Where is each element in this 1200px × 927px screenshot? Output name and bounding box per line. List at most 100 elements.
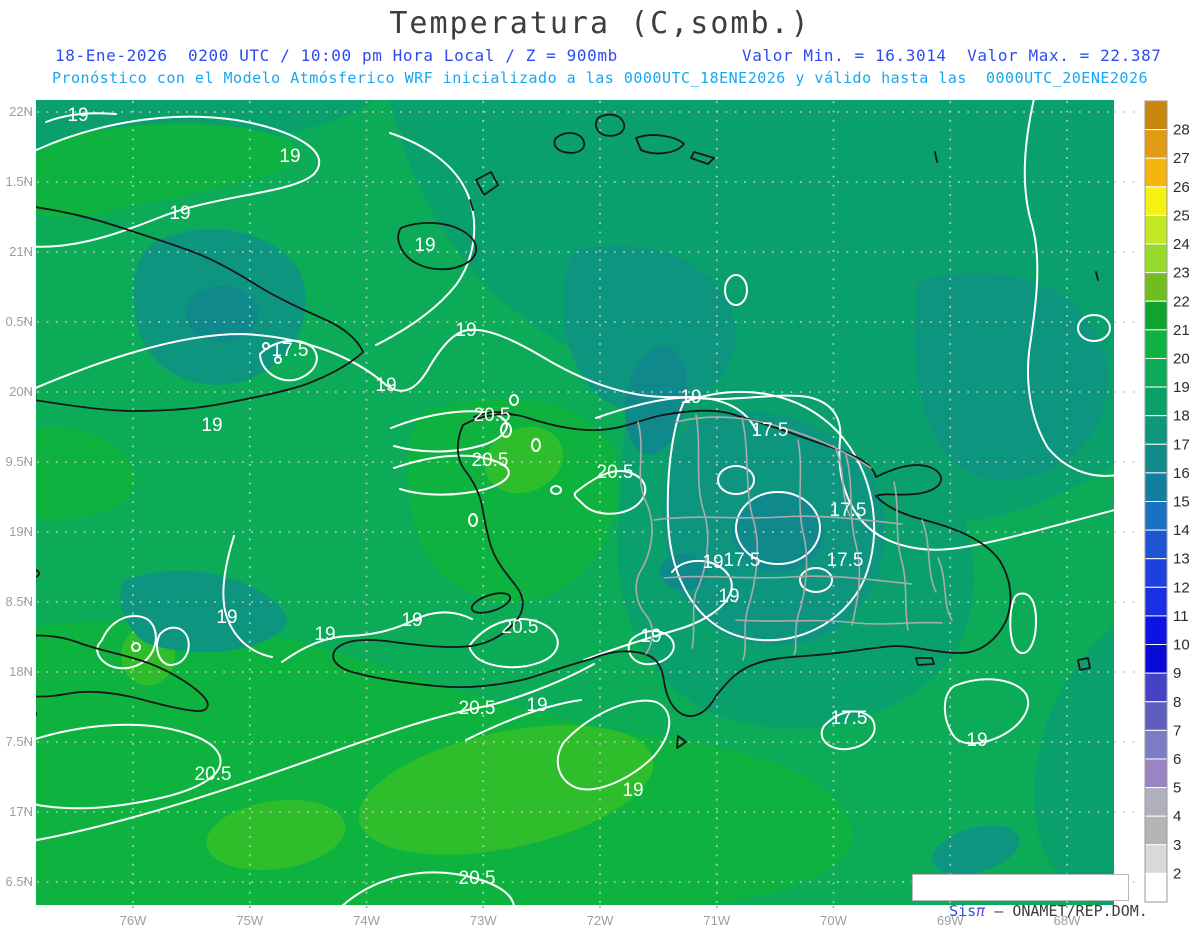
contour-value-label: 17.5 bbox=[831, 708, 868, 729]
colorbar-block bbox=[1144, 701, 1168, 731]
lat-label: 0.5N bbox=[6, 314, 33, 329]
colorbar-tick-label: 9 bbox=[1173, 665, 1181, 682]
contour-value-label: 19 bbox=[375, 375, 396, 396]
colorbar-block bbox=[1144, 243, 1168, 274]
lon-label: 70W bbox=[820, 913, 847, 927]
colorbar-block bbox=[1144, 157, 1168, 188]
colorbar-tick-label: 15 bbox=[1173, 494, 1190, 511]
colorbar-tick-label: 21 bbox=[1173, 322, 1190, 339]
contour-value-label: 19 bbox=[455, 320, 476, 341]
watermark-sis-label: Sis bbox=[949, 902, 977, 920]
colorbar-block bbox=[1144, 615, 1168, 646]
contour-value-label: 19 bbox=[526, 695, 547, 716]
colorbar-tick-label: 25 bbox=[1173, 207, 1190, 224]
colorbar-tick-label: 13 bbox=[1173, 551, 1190, 568]
colorbar-tick-label: 24 bbox=[1173, 236, 1190, 253]
contour-value-label: 19 bbox=[169, 203, 190, 224]
colorbar-block bbox=[1144, 501, 1168, 531]
colorbar-tick-label: 7 bbox=[1173, 722, 1181, 739]
lon-label: 71W bbox=[703, 913, 730, 927]
watermark-dash: – bbox=[985, 902, 1013, 920]
colorbar-block bbox=[1144, 186, 1168, 216]
contour-value-label: 19 bbox=[966, 730, 987, 751]
colorbar-tick-label: 10 bbox=[1173, 637, 1190, 654]
watermark-org-label: ONAMET/REP.DOM. bbox=[1012, 902, 1148, 920]
colorbar-tick-label: 28 bbox=[1173, 122, 1190, 139]
contour-value-label: 20.5 bbox=[474, 405, 511, 426]
colorbar-tick-label: 4 bbox=[1173, 808, 1181, 825]
contour-value-label: 17.5 bbox=[827, 550, 864, 571]
coast-edge-hook1 bbox=[36, 205, 37, 208]
colorbar-tick-label: 26 bbox=[1173, 179, 1190, 196]
contour-value-label: 19 bbox=[718, 586, 739, 607]
colorbar-tick-label: 8 bbox=[1173, 694, 1181, 711]
lat-label: 22N bbox=[9, 104, 33, 119]
lon-label: 72W bbox=[587, 913, 614, 927]
contour-value-label: 17.5 bbox=[724, 550, 761, 571]
contour-value-label: 20.5 bbox=[459, 698, 496, 719]
colorbar-tick-label: 20 bbox=[1173, 350, 1190, 367]
colorbar-block bbox=[1144, 558, 1168, 588]
lat-label: 8.5N bbox=[6, 594, 33, 609]
colorbar-block bbox=[1144, 872, 1168, 903]
lat-label: 20N bbox=[9, 384, 33, 399]
colorbar-tick-label: 23 bbox=[1173, 265, 1190, 282]
watermark-pi-icon: π bbox=[976, 902, 986, 920]
contour-value-label: 17.5 bbox=[752, 420, 789, 441]
colorbar-tick-label: 19 bbox=[1173, 379, 1190, 396]
colorbar-block bbox=[1144, 272, 1168, 302]
contour-value-label: 19 bbox=[401, 610, 422, 631]
colorbar-block bbox=[1144, 214, 1168, 245]
colorbar-block bbox=[1144, 386, 1168, 417]
lat-label: 6.5N bbox=[6, 874, 33, 889]
watermark-badge: Sisπ – ONAMET/REP.DOM. bbox=[912, 874, 1148, 920]
map-area: 19 19 19 19 19 19 19 19 19 19 19 19 19 19 19 19 19 20.5 20… bbox=[36, 100, 1114, 905]
colorbar-tick-label: 18 bbox=[1173, 408, 1190, 425]
lon-label: 74W bbox=[353, 913, 380, 927]
lon-label: 75W bbox=[236, 913, 263, 927]
contour-value-label: 19 bbox=[702, 552, 723, 573]
colorbar-block bbox=[1144, 815, 1168, 846]
colorbar-block bbox=[1144, 529, 1168, 560]
forecast-map-svg: 191919191919191919191919191919191920.520… bbox=[6, 100, 1190, 927]
colorbar-block bbox=[1144, 472, 1168, 502]
colorbar-block bbox=[1144, 357, 1168, 388]
lat-label: 7.5N bbox=[6, 734, 33, 749]
colorbar-block bbox=[1144, 329, 1168, 359]
contour-value-label: 20.5 bbox=[502, 617, 539, 638]
contour-value-label: 19 bbox=[622, 780, 643, 801]
coast-edge-hook4 bbox=[36, 711, 38, 717]
contour-value-label: 20.5 bbox=[459, 868, 496, 889]
contour-value-label: 19 bbox=[680, 387, 701, 408]
colorbar-block bbox=[1144, 443, 1168, 474]
colorbar-block bbox=[1144, 300, 1168, 331]
lat-label: 19N bbox=[9, 524, 33, 539]
colorbar-tick-label: 6 bbox=[1173, 751, 1181, 768]
lon-label: 76W bbox=[120, 913, 147, 927]
colorbar-block bbox=[1144, 129, 1168, 159]
contour-value-label: 20.5 bbox=[195, 764, 232, 785]
contour-value-label: 19 bbox=[640, 626, 661, 647]
colorbar-tick-label: 2 bbox=[1173, 865, 1181, 882]
colorbar-tick-label: 17 bbox=[1173, 436, 1190, 453]
contour-value-label: 19 bbox=[67, 105, 88, 126]
colorbar-block bbox=[1144, 100, 1168, 131]
colorbar-tick-label: 5 bbox=[1173, 780, 1181, 797]
contour-value-label: 20.5 bbox=[597, 462, 634, 483]
contour-value-label: 19 bbox=[414, 235, 435, 256]
colorbar-tick-label: 11 bbox=[1173, 608, 1189, 625]
contour-value-label: 19 bbox=[201, 415, 222, 436]
colorbar-block bbox=[1144, 787, 1168, 817]
colorbar-tick-label: 14 bbox=[1173, 522, 1190, 539]
lat-label: 18N bbox=[9, 664, 33, 679]
colorbar-block bbox=[1144, 758, 1168, 789]
contour-value-label: 20.5 bbox=[472, 450, 509, 471]
contour-value-label: 17.5 bbox=[272, 340, 309, 361]
shade-16-17-cordillera2 bbox=[660, 554, 708, 590]
lat-label: 1.5N bbox=[6, 174, 33, 189]
colorbar-tick-label: 16 bbox=[1173, 465, 1190, 482]
colorbar-block bbox=[1144, 672, 1168, 703]
colorbar-tick-label: 27 bbox=[1173, 150, 1190, 167]
colorbar-tick-label: 3 bbox=[1173, 837, 1181, 854]
forecast-page: Temperatura (C,somb.) 18-Ene-2026 0200 U… bbox=[0, 0, 1200, 927]
